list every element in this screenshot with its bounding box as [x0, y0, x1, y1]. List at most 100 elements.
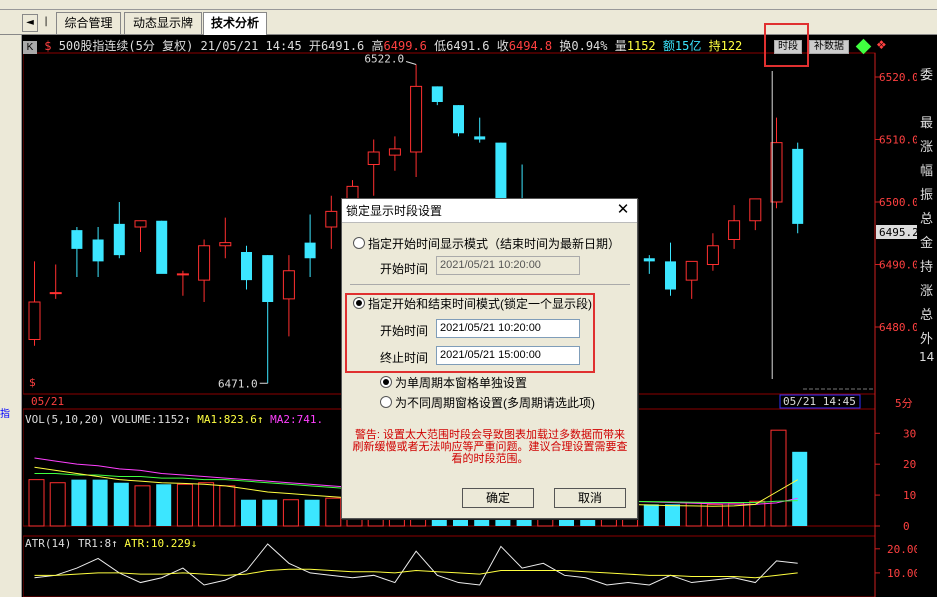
open-label: 开 [308, 39, 321, 53]
settings-icon[interactable]: ❖ [876, 38, 887, 52]
candle-body [71, 230, 83, 249]
mode1-start-field[interactable]: 2021/05/21 10:20:00 [436, 256, 580, 275]
volume-bar [28, 479, 45, 527]
current-price-label: 6495.2 [879, 226, 919, 239]
volume-bar [156, 484, 172, 526]
volume-bar [134, 485, 151, 527]
close-icon[interactable]: ✕ [615, 202, 631, 218]
right-panel-char: 最 [920, 116, 934, 131]
volume-bar [113, 482, 129, 526]
candle-body [792, 148, 804, 224]
mode2-start-label: 开始时间 [380, 324, 429, 338]
tab-comprehensive[interactable]: 综合管理 [56, 12, 121, 34]
volume-bar [706, 503, 723, 527]
candle-body [28, 301, 41, 340]
atr-tick-label: 10.00 [887, 567, 920, 580]
volume-bar [92, 479, 108, 526]
candle-body [325, 210, 338, 228]
date-left-label: 05/21 [31, 395, 64, 408]
volume-label: 量 [614, 39, 627, 53]
scope2-radio[interactable] [380, 396, 392, 408]
volume-label: VOLUME: [111, 413, 158, 426]
tab-dynamic-board[interactable]: 动态显示牌 [124, 12, 202, 34]
mode2-radio[interactable] [353, 297, 365, 309]
divider [350, 284, 630, 285]
interval-label: 5分 [895, 397, 913, 410]
turnover-value: 0.94% [571, 39, 608, 53]
candle-body [134, 220, 147, 228]
candle-body [749, 198, 762, 222]
scope1-label: 为单周期本窗格单独设置 [395, 376, 528, 390]
candle-body [728, 220, 741, 240]
volume-bar [770, 429, 787, 527]
low-label: 低 [434, 39, 447, 53]
candle-body [706, 245, 719, 265]
right-panel-char: 涨 [920, 284, 934, 299]
right-panel-char: 委 [920, 68, 934, 83]
volume-bar [665, 504, 680, 526]
high-marker-label: 6522.0 [364, 53, 404, 66]
low-value: 6491.6 [446, 39, 490, 53]
price-tick-label: 6510.0 [879, 134, 919, 147]
supplement-data-button[interactable]: 补数据 [809, 40, 849, 54]
candle-body [176, 273, 189, 276]
warning-text: 警告: 设置太大范围时段会导致图表加载过多数据而带来刷新缓慢或者无法响应等严重问… [352, 429, 628, 465]
mode1-radio[interactable] [353, 237, 365, 249]
atr-indicator-label: ATR(14) [25, 537, 72, 550]
bar-datetime: 21/05/21 14:45 [200, 39, 302, 53]
candle-body [156, 220, 168, 274]
candle-body [495, 142, 507, 206]
vol-header: VOL(5,10,20) VOLUME:1152↑ MA1:823.6↑ MA2… [25, 413, 324, 426]
info-bar: K $ 500股指连续(5分 复权) 21/05/21 14:45 开6491.… [23, 38, 742, 54]
atr-label: ATR: [124, 537, 151, 550]
candle-body [219, 242, 232, 247]
scope2-label: 为不同周期窗格设置(多周期请选此项) [395, 396, 595, 410]
volume-bar [241, 499, 256, 526]
mode2-label: 指定开始和结束时间模式(锁定一个显示段) [368, 297, 592, 311]
volume-bar [282, 499, 299, 527]
ma2-label: MA2: [270, 413, 297, 426]
candle-body [665, 261, 676, 290]
vol-tick-label: 0 [903, 520, 910, 533]
tr1-label: TR1: [77, 537, 105, 550]
candle-body [410, 85, 423, 153]
right-panel-char: 总 [920, 212, 934, 227]
hold-label: 持 [708, 39, 721, 53]
cancel-button[interactable]: 取消 [554, 488, 626, 508]
right-panel-value: 14 [919, 350, 935, 364]
low-marker-label: 6471.0 [218, 377, 258, 390]
close-label: 收 [496, 39, 509, 53]
right-panel-char: 幅 [920, 164, 934, 179]
candle-body [241, 252, 252, 281]
dialog-title: 锁定显示时段设置 [342, 199, 637, 223]
volume-bar [304, 499, 320, 526]
candle-body [198, 245, 211, 281]
volume-bar [792, 451, 808, 526]
tab-separator: | [44, 16, 48, 27]
volume-bar [49, 482, 66, 527]
volume-bar [198, 482, 215, 527]
tab-scroll-left-button[interactable]: ◄ [22, 14, 38, 32]
ok-button[interactable]: 确定 [462, 488, 534, 508]
ma2-value: 741. [296, 413, 324, 426]
turnover-label: 换 [559, 39, 572, 53]
mode2-start-field[interactable]: 2021/05/21 10:20:00 [436, 319, 580, 338]
fq-label: 复权) [162, 39, 194, 53]
high-value: 6499.6 [383, 39, 427, 53]
volume-bar [219, 485, 236, 527]
left-strip: 指 [0, 35, 22, 597]
right-panel-char: 总 [920, 308, 934, 323]
candle-body [92, 239, 104, 262]
scope1-radio[interactable] [380, 376, 392, 388]
high-marker-line [405, 61, 417, 65]
right-panel-char: 振 [920, 188, 934, 203]
volume-bar [262, 499, 278, 526]
candle-body [262, 255, 274, 302]
left-strip-label: 指 [0, 409, 10, 420]
tab-technical-analysis[interactable]: 技术分析 [203, 12, 267, 35]
kline-button[interactable]: K [23, 41, 37, 54]
atr-line [34, 568, 798, 579]
dollar-marker-icon: $ [29, 376, 36, 389]
candle-body [643, 258, 655, 262]
mode2-end-field[interactable]: 2021/05/21 15:00:00 [436, 346, 580, 365]
